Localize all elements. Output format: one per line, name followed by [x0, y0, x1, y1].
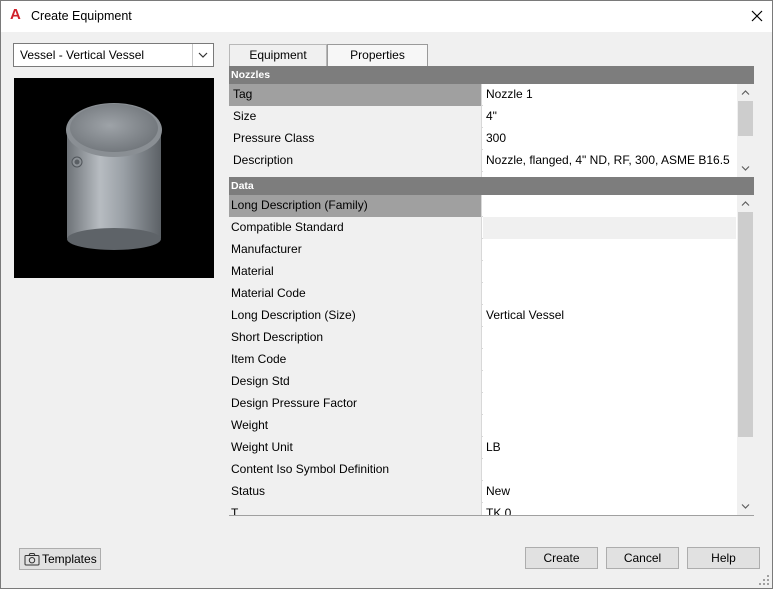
property-value[interactable]: TK 0: [483, 503, 736, 515]
nozzles-grid: Nozzles Tag Nozzle 1 Size 4" Pressure Cl…: [229, 66, 754, 177]
property-value[interactable]: [483, 239, 736, 261]
templates-label: Templates: [42, 552, 97, 566]
table-row[interactable]: Manufacturer: [229, 239, 736, 261]
property-name: Tag: [229, 84, 482, 106]
create-equipment-dialog: A Create Equipment Vessel - Vertical Ves…: [0, 0, 773, 589]
property-name: Short Description: [229, 327, 482, 349]
table-row[interactable]: Design Std: [229, 371, 736, 393]
property-value[interactable]: [483, 261, 736, 283]
property-name: Pressure Class: [229, 128, 482, 150]
help-button[interactable]: Help: [687, 547, 760, 569]
window-title: Create Equipment: [31, 9, 132, 23]
table-row[interactable]: Description Nozzle, flanged, 4" ND, RF, …: [229, 150, 736, 172]
property-name: Material Code: [229, 283, 482, 305]
property-value[interactable]: [483, 195, 736, 217]
create-button[interactable]: Create: [525, 547, 598, 569]
close-button[interactable]: [745, 4, 769, 28]
property-name: Status: [229, 481, 482, 503]
property-name: Design Std: [229, 371, 482, 393]
nozzles-rows: Tag Nozzle 1 Size 4" Pressure Class 300 …: [229, 84, 736, 177]
scrollbar-thumb[interactable]: [738, 212, 753, 437]
nozzles-scrollbar[interactable]: [737, 84, 754, 177]
property-name: Long Description (Size): [229, 305, 482, 327]
chevron-up-icon: [741, 201, 750, 206]
property-value[interactable]: [483, 393, 736, 415]
data-rows: Long Description (Family) Compatible Sta…: [229, 195, 736, 515]
nozzles-section-header: Nozzles: [229, 66, 754, 84]
property-value[interactable]: Nozzle 1: [483, 84, 736, 106]
table-row[interactable]: Design Pressure Factor: [229, 393, 736, 415]
table-row[interactable]: Short Description: [229, 327, 736, 349]
table-row[interactable]: Weight Unit LB: [229, 437, 736, 459]
property-name: Manufacturer: [229, 239, 482, 261]
title-bar: A Create Equipment: [1, 1, 772, 32]
property-value[interactable]: 300: [483, 128, 736, 150]
property-name: Weight: [229, 415, 482, 437]
table-row[interactable]: Material Code: [229, 283, 736, 305]
property-value[interactable]: [483, 217, 736, 239]
equipment-type-dropdown[interactable]: Vessel - Vertical Vessel: [13, 43, 214, 67]
property-value[interactable]: [483, 327, 736, 349]
table-row[interactable]: Tag Nozzle 1: [229, 84, 736, 106]
chevron-up-icon: [741, 90, 750, 95]
property-name: Material: [229, 261, 482, 283]
property-name: Description: [229, 150, 482, 172]
property-name: Weight Unit: [229, 437, 482, 459]
data-grid: Data Long Description (Family) Compatibl…: [229, 177, 754, 516]
data-scrollbar[interactable]: [737, 195, 754, 515]
property-value[interactable]: [483, 459, 736, 481]
table-row[interactable]: Size 4": [229, 106, 736, 128]
property-name: Item Code: [229, 349, 482, 371]
scrollbar-thumb[interactable]: [738, 101, 753, 136]
cancel-button[interactable]: Cancel: [606, 547, 679, 569]
table-row[interactable]: T TK 0: [229, 503, 736, 515]
property-value[interactable]: [483, 283, 736, 305]
data-section-header: Data: [229, 177, 754, 195]
property-name: Long Description (Family): [229, 195, 482, 217]
chevron-down-icon: [741, 504, 750, 509]
table-row[interactable]: Content Iso Symbol Definition: [229, 459, 736, 481]
property-name: T: [229, 503, 482, 515]
templates-button[interactable]: Templates: [19, 548, 101, 570]
property-value[interactable]: 4": [483, 106, 736, 128]
property-value[interactable]: New: [483, 481, 736, 503]
camera-icon: [24, 553, 40, 566]
table-row[interactable]: Long Description (Family): [229, 195, 736, 217]
table-row[interactable]: Weight: [229, 415, 736, 437]
property-value[interactable]: [483, 349, 736, 371]
chevron-down-icon: [198, 52, 208, 58]
autocad-app-icon: A: [10, 6, 21, 23]
table-row[interactable]: Material: [229, 261, 736, 283]
property-name: Compatible Standard: [229, 217, 482, 239]
chevron-down-icon: [741, 166, 750, 171]
table-row[interactable]: Compatible Standard: [229, 217, 736, 239]
dropdown-arrow[interactable]: [192, 44, 213, 66]
scroll-down-button[interactable]: [737, 160, 754, 177]
equipment-preview: [14, 78, 214, 278]
property-value[interactable]: [483, 415, 736, 437]
property-value[interactable]: Nozzle, flanged, 4" ND, RF, 300, ASME B1…: [483, 150, 736, 172]
tab-properties[interactable]: Properties: [327, 44, 428, 66]
close-icon: [751, 10, 763, 22]
equipment-type-value: Vessel - Vertical Vessel: [20, 48, 145, 62]
table-row[interactable]: Item Code: [229, 349, 736, 371]
vertical-vessel-image: [66, 103, 162, 250]
property-value[interactable]: LB: [483, 437, 736, 459]
table-row[interactable]: Status New: [229, 481, 736, 503]
scroll-up-button[interactable]: [737, 195, 754, 212]
scroll-down-button[interactable]: [737, 498, 754, 515]
resize-grip-icon[interactable]: [758, 574, 770, 586]
tab-equipment[interactable]: Equipment: [229, 44, 327, 66]
scroll-up-button[interactable]: [737, 84, 754, 101]
property-value[interactable]: [483, 371, 736, 393]
property-value[interactable]: Vertical Vessel: [483, 305, 736, 327]
property-name: Design Pressure Factor: [229, 393, 482, 415]
table-row[interactable]: Long Description (Size) Vertical Vessel: [229, 305, 736, 327]
property-name: Size: [229, 106, 482, 128]
table-row[interactable]: Pressure Class 300: [229, 128, 736, 150]
property-name: Content Iso Symbol Definition: [229, 459, 482, 481]
